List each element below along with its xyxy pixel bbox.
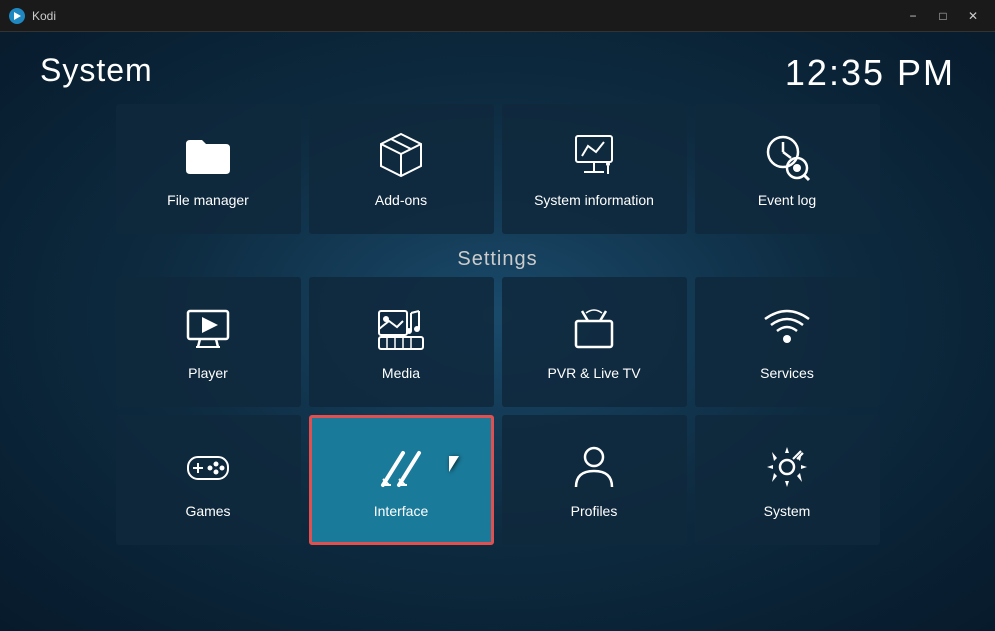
- middle-tiles-row: Player: [40, 277, 955, 407]
- tile-event-log[interactable]: Event log: [695, 104, 880, 234]
- profiles-label: Profiles: [571, 503, 618, 519]
- tile-interface[interactable]: Interface: [309, 415, 494, 545]
- clock-display: 12:35 PM: [785, 52, 955, 94]
- pvr-live-tv-icon: [568, 303, 620, 355]
- tile-pvr-live-tv[interactable]: PVR & Live TV: [502, 277, 687, 407]
- bottom-tiles-row: Games Interface: [40, 415, 955, 545]
- profiles-icon: [568, 441, 620, 493]
- player-icon: [182, 303, 234, 355]
- tile-player[interactable]: Player: [116, 277, 301, 407]
- tile-profiles[interactable]: Profiles: [502, 415, 687, 545]
- media-icon: [375, 303, 427, 355]
- interface-label: Interface: [374, 503, 428, 519]
- maximize-button[interactable]: □: [929, 5, 957, 27]
- event-log-label: Event log: [758, 192, 816, 208]
- system-info-icon: [568, 130, 620, 182]
- kodi-logo-icon: [8, 7, 26, 25]
- titlebar-app-name: Kodi: [32, 9, 56, 23]
- add-ons-label: Add-ons: [375, 192, 427, 208]
- titlebar: Kodi − □ ✕: [0, 0, 995, 32]
- tile-system-information[interactable]: System information: [502, 104, 687, 234]
- interface-icon: [375, 441, 427, 493]
- close-button[interactable]: ✕: [959, 5, 987, 27]
- titlebar-controls: − □ ✕: [899, 5, 987, 27]
- main-content: System 12:35 PM File manager: [0, 32, 995, 631]
- settings-section-label: Settings: [40, 248, 955, 271]
- media-label: Media: [382, 365, 420, 381]
- games-icon: [182, 441, 234, 493]
- file-manager-label: File manager: [167, 192, 249, 208]
- tile-add-ons[interactable]: Add-ons: [309, 104, 494, 234]
- header: System 12:35 PM: [40, 52, 955, 94]
- pvr-live-tv-label: PVR & Live TV: [547, 365, 640, 381]
- games-label: Games: [185, 503, 230, 519]
- tile-system[interactable]: System: [695, 415, 880, 545]
- minimize-button[interactable]: −: [899, 5, 927, 27]
- tile-media[interactable]: Media: [309, 277, 494, 407]
- cursor-icon: [449, 456, 459, 472]
- services-label: Services: [760, 365, 814, 381]
- tile-services[interactable]: Services: [695, 277, 880, 407]
- player-label: Player: [188, 365, 228, 381]
- tile-games[interactable]: Games: [116, 415, 301, 545]
- system-label: System: [764, 503, 811, 519]
- tiles-section: File manager Add-ons: [40, 104, 955, 611]
- top-tiles-row: File manager Add-ons: [40, 104, 955, 234]
- folder-icon: [182, 130, 234, 182]
- tile-file-manager[interactable]: File manager: [116, 104, 301, 234]
- system-information-label: System information: [534, 192, 654, 208]
- page-title: System: [40, 52, 153, 89]
- services-icon: [761, 303, 813, 355]
- addons-icon: [375, 130, 427, 182]
- titlebar-left: Kodi: [8, 7, 56, 25]
- event-log-icon: [761, 130, 813, 182]
- system-icon: [761, 441, 813, 493]
